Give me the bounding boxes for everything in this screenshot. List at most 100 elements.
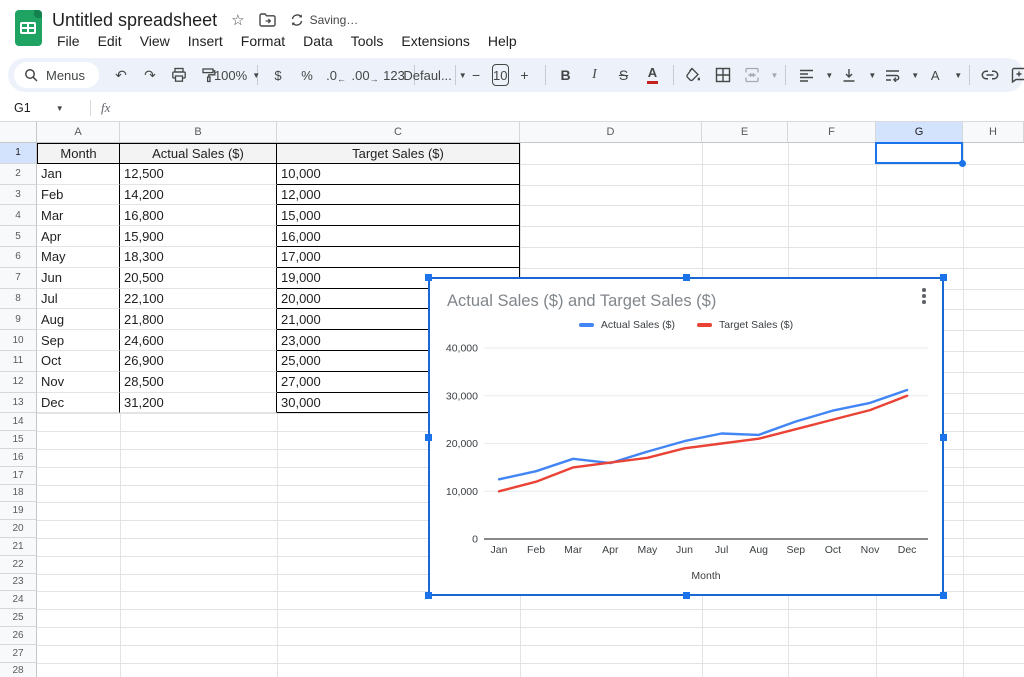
- menu-item-view[interactable]: View: [131, 30, 179, 52]
- row-header-10[interactable]: 10: [0, 330, 37, 351]
- row-header-24[interactable]: 24: [0, 591, 37, 609]
- resize-handle[interactable]: [940, 592, 947, 599]
- menu-item-extensions[interactable]: Extensions: [392, 30, 478, 52]
- column-header-H[interactable]: H: [963, 122, 1024, 143]
- spreadsheet-grid[interactable]: MonthActual Sales ($)Target Sales ($)Jan…: [0, 122, 1024, 677]
- text-wrap-button[interactable]: [879, 62, 905, 88]
- column-header-D[interactable]: D: [520, 122, 702, 143]
- resize-handle[interactable]: [940, 434, 947, 441]
- sheet-cell[interactable]: 17,000: [277, 247, 520, 268]
- row-header-5[interactable]: 5: [0, 226, 37, 247]
- sheet-cell[interactable]: Nov: [37, 372, 120, 393]
- row-header-16[interactable]: 16: [0, 449, 37, 467]
- fill-handle[interactable]: [959, 160, 966, 167]
- row-header-1[interactable]: 1: [0, 143, 37, 164]
- row-header-7[interactable]: 7: [0, 268, 37, 289]
- menu-item-help[interactable]: Help: [479, 30, 526, 52]
- row-header-22[interactable]: 22: [0, 556, 37, 574]
- decrease-decimal-button[interactable]: .0←: [323, 62, 349, 88]
- column-header-F[interactable]: F: [788, 122, 876, 143]
- menu-item-insert[interactable]: Insert: [179, 30, 232, 52]
- resize-handle[interactable]: [425, 434, 432, 441]
- sheet-header-cell[interactable]: Month: [37, 143, 120, 164]
- name-box[interactable]: G1 ▼: [0, 101, 88, 115]
- chevron-down-icon[interactable]: ▼: [825, 71, 833, 80]
- sheet-cell[interactable]: Aug: [37, 309, 120, 330]
- column-header-B[interactable]: B: [120, 122, 277, 143]
- row-header-23[interactable]: 23: [0, 574, 37, 592]
- increase-font-size-button[interactable]: +: [512, 62, 538, 88]
- chevron-down-icon[interactable]: ▼: [56, 104, 64, 113]
- sheet-cell[interactable]: 26,900: [120, 351, 277, 372]
- font-family-select[interactable]: Defaul...▼: [422, 62, 448, 88]
- sheet-cell[interactable]: 28,500: [120, 372, 277, 393]
- menu-item-data[interactable]: Data: [294, 30, 342, 52]
- sheet-cell[interactable]: Dec: [37, 393, 120, 414]
- sheet-cell[interactable]: 15,900: [120, 226, 277, 247]
- column-header-A[interactable]: A: [37, 122, 120, 143]
- chevron-down-icon[interactable]: ▼: [771, 71, 779, 80]
- sheet-cell[interactable]: 14,200: [120, 185, 277, 206]
- row-header-2[interactable]: 2: [0, 164, 37, 185]
- format-percent-button[interactable]: %: [294, 62, 320, 88]
- row-header-19[interactable]: 19: [0, 502, 37, 520]
- row-header-21[interactable]: 21: [0, 538, 37, 556]
- text-color-button[interactable]: A: [640, 62, 666, 88]
- sheet-cell[interactable]: 20,500: [120, 268, 277, 289]
- increase-decimal-button[interactable]: .00→: [352, 62, 378, 88]
- chevron-down-icon[interactable]: ▼: [954, 71, 962, 80]
- row-header-11[interactable]: 11: [0, 351, 37, 372]
- column-header-G[interactable]: G: [876, 122, 963, 143]
- column-header-E[interactable]: E: [702, 122, 788, 143]
- sheet-cell[interactable]: 15,000: [277, 205, 520, 226]
- sheet-cell[interactable]: 10,000: [277, 164, 520, 185]
- horizontal-align-button[interactable]: [793, 62, 819, 88]
- font-size-input[interactable]: 10: [492, 64, 508, 86]
- sheet-cell[interactable]: Jul: [37, 289, 120, 310]
- merge-cells-button[interactable]: [739, 62, 765, 88]
- chevron-down-icon[interactable]: ▼: [911, 71, 919, 80]
- menus-search-button[interactable]: Menus: [14, 62, 99, 88]
- row-header-9[interactable]: 9: [0, 309, 37, 330]
- sheet-cell[interactable]: Jan: [37, 164, 120, 185]
- row-header-17[interactable]: 17: [0, 467, 37, 485]
- resize-handle[interactable]: [425, 274, 432, 281]
- borders-button[interactable]: [710, 62, 736, 88]
- text-rotation-button[interactable]: A: [922, 62, 948, 88]
- strikethrough-button[interactable]: S: [611, 62, 637, 88]
- row-header-25[interactable]: 25: [0, 609, 37, 627]
- sheet-cell[interactable]: Oct: [37, 351, 120, 372]
- resize-handle[interactable]: [425, 592, 432, 599]
- row-header-27[interactable]: 27: [0, 645, 37, 663]
- zoom-select[interactable]: 100%▼: [224, 62, 250, 88]
- menu-item-tools[interactable]: Tools: [342, 30, 393, 52]
- insert-link-button[interactable]: [977, 62, 1003, 88]
- column-header-C[interactable]: C: [277, 122, 520, 143]
- fill-color-button[interactable]: [681, 62, 707, 88]
- sheet-header-cell[interactable]: Actual Sales ($): [120, 143, 277, 164]
- redo-button[interactable]: ↷: [137, 62, 163, 88]
- embedded-chart[interactable]: 010,00020,00030,00040,000JanFebMarAprMay…: [428, 277, 944, 596]
- sheet-cell[interactable]: Apr: [37, 226, 120, 247]
- sheet-cell[interactable]: 16,800: [120, 205, 277, 226]
- row-header-6[interactable]: 6: [0, 247, 37, 268]
- document-title[interactable]: Untitled spreadsheet: [52, 10, 217, 31]
- move-folder-icon[interactable]: [259, 13, 276, 27]
- vertical-align-button[interactable]: [836, 62, 862, 88]
- format-currency-button[interactable]: $: [265, 62, 291, 88]
- print-button[interactable]: [166, 62, 192, 88]
- sheet-cell[interactable]: Jun: [37, 268, 120, 289]
- decrease-font-size-button[interactable]: −: [463, 62, 489, 88]
- sheet-cell[interactable]: 12,000: [277, 185, 520, 206]
- sheets-logo-icon[interactable]: [15, 10, 42, 46]
- row-header-26[interactable]: 26: [0, 627, 37, 645]
- row-header-14[interactable]: 14: [0, 413, 37, 431]
- row-header-13[interactable]: 13: [0, 393, 37, 414]
- resize-handle[interactable]: [683, 274, 690, 281]
- row-header-3[interactable]: 3: [0, 185, 37, 206]
- sheet-cell[interactable]: 24,600: [120, 330, 277, 351]
- menu-item-file[interactable]: File: [48, 30, 89, 52]
- menu-item-edit[interactable]: Edit: [89, 30, 131, 52]
- sheet-cell[interactable]: 21,800: [120, 309, 277, 330]
- row-header-28[interactable]: 28: [0, 663, 37, 677]
